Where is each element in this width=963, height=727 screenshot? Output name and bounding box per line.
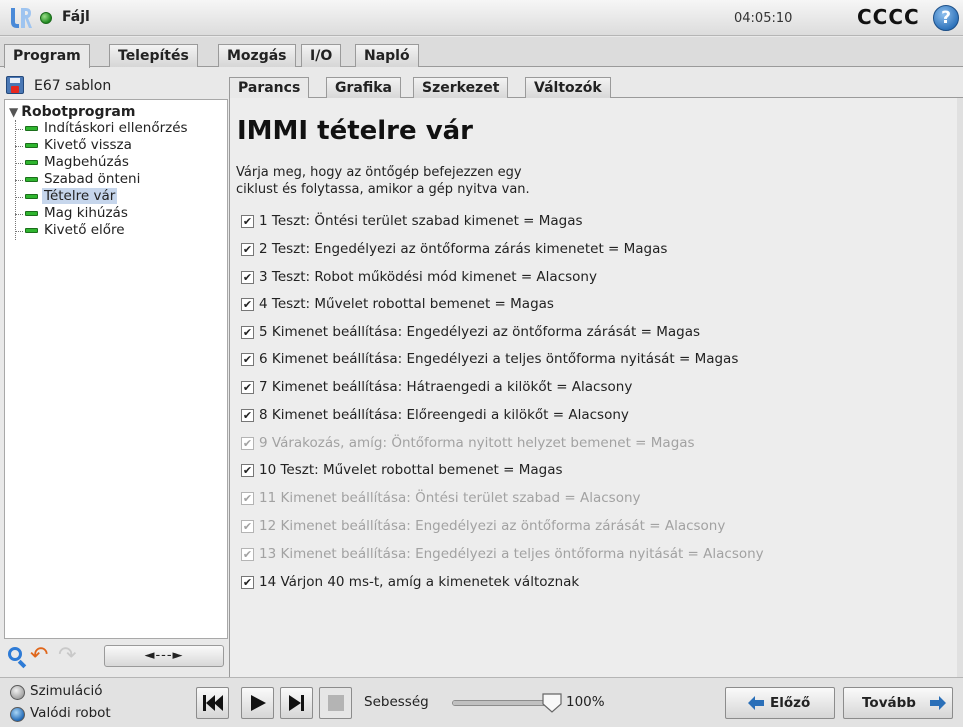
tab-graphics[interactable]: Grafika: [326, 77, 401, 99]
tree-root[interactable]: ▼ Robotprogram: [9, 104, 135, 120]
radio-button[interactable]: [10, 685, 25, 700]
tree-root-label: Robotprogram: [21, 104, 136, 120]
stop-button[interactable]: [319, 687, 352, 719]
node-bar-icon: [25, 228, 38, 233]
file-status-icon: [40, 12, 52, 24]
checkbox[interactable]: ✔: [241, 215, 254, 228]
template-name: E67 sablon: [34, 78, 112, 94]
speed-value: 100%: [566, 694, 605, 710]
step-icon: [289, 695, 304, 711]
main-tabs: Program Telepítés Mozgás I/O Napló: [0, 37, 963, 68]
top-bar: Fájl 04:05:10 CCCC ?: [0, 0, 963, 36]
checkbox: ✔: [241, 492, 254, 505]
tab-variables[interactable]: Változók: [525, 77, 611, 99]
tab-log[interactable]: Napló: [355, 44, 419, 67]
checkbox: ✔: [241, 548, 254, 561]
checkbox[interactable]: ✔: [241, 576, 254, 589]
arrow-right-icon: [930, 696, 946, 710]
tab-io[interactable]: I/O: [301, 44, 342, 67]
bottom-bar: Szimuláció Valódi robot Sebesség 100% El…: [0, 677, 963, 727]
next-button[interactable]: Tovább: [843, 687, 953, 719]
node-bar-icon: [25, 177, 38, 182]
tab-move[interactable]: Mozgás: [218, 44, 296, 67]
speed-slider-thumb[interactable]: [541, 692, 563, 714]
program-tree-panel: E67 sablon ▼ Robotprogram Indításkori ell…: [4, 71, 228, 673]
checkbox[interactable]: ✔: [241, 271, 254, 284]
search-icon[interactable]: [8, 647, 22, 661]
program-tree: ▼ Robotprogram Indításkori ellenőrzés Kiv…: [4, 99, 228, 639]
clock: 04:05:10: [734, 11, 793, 26]
move-node-button[interactable]: ◄---►: [104, 645, 224, 667]
node-bar-icon: [25, 126, 38, 131]
help-icon[interactable]: ?: [933, 5, 959, 31]
play-icon: [251, 695, 266, 711]
speed-label: Sebesség: [364, 694, 429, 710]
node-description: Várja meg, hogy az öntőgép befejezzen eg…: [236, 165, 530, 197]
arrow-left-icon: [748, 696, 764, 710]
radio-button[interactable]: [10, 707, 25, 722]
scrollbar[interactable]: [957, 98, 963, 677]
redo-icon[interactable]: ↷: [58, 645, 82, 667]
rewind-icon: [203, 695, 223, 711]
speed-slider-fill: [453, 701, 551, 705]
checkbox: ✔: [241, 520, 254, 533]
play-button[interactable]: [241, 687, 274, 719]
ur-logo-icon: [11, 8, 32, 28]
sub-tabs: Parancs Grafika Szerkezet Változók: [229, 74, 963, 99]
rewind-button[interactable]: [196, 687, 229, 719]
expand-triangle-icon[interactable]: ▼: [9, 105, 18, 119]
template-row[interactable]: E67 sablon: [4, 74, 228, 98]
command-content: IMMI tételre vár Várja meg, hogy az öntő…: [229, 98, 963, 677]
checkbox[interactable]: ✔: [241, 243, 254, 256]
stop-icon: [328, 695, 344, 711]
node-bar-icon: [25, 211, 38, 216]
checkbox[interactable]: ✔: [241, 353, 254, 366]
save-icon[interactable]: [6, 76, 24, 94]
file-menu[interactable]: Fájl: [62, 9, 90, 25]
tab-installation[interactable]: Telepítés: [109, 44, 198, 67]
node-bar-icon: [25, 143, 38, 148]
robot-name: CCCC: [857, 5, 920, 29]
checkbox[interactable]: ✔: [241, 381, 254, 394]
node-bar-icon: [25, 160, 38, 165]
speed-slider[interactable]: [452, 700, 552, 706]
step-button[interactable]: [280, 687, 313, 719]
checkbox[interactable]: ✔: [241, 298, 254, 311]
checkbox[interactable]: ✔: [241, 326, 254, 339]
command-panel: Parancs Grafika Szerkezet Változók IMMI …: [229, 71, 963, 677]
checkbox[interactable]: ✔: [241, 464, 254, 477]
tab-program[interactable]: Program: [4, 44, 90, 68]
previous-button[interactable]: Előző: [725, 687, 835, 719]
tab-structure[interactable]: Szerkezet: [413, 77, 509, 99]
tree-toolbar: ↶ ↷ ◄---►: [4, 641, 228, 671]
checkbox: ✔: [241, 437, 254, 450]
tab-command[interactable]: Parancs: [229, 77, 310, 99]
checkbox[interactable]: ✔: [241, 409, 254, 422]
node-title: IMMI tételre vár: [237, 116, 474, 146]
node-bar-icon: [25, 194, 38, 199]
undo-icon[interactable]: ↶: [30, 645, 54, 667]
